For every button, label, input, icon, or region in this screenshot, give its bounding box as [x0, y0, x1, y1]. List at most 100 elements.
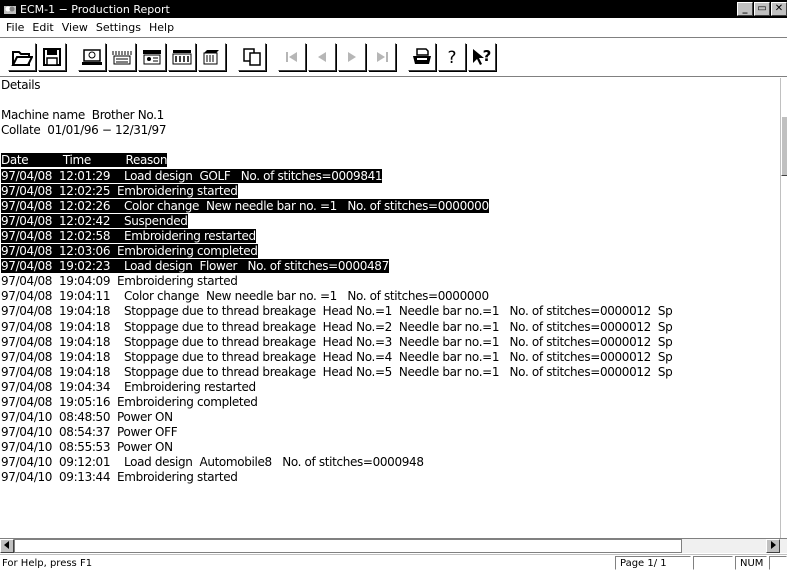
- machine-info-button[interactable]: [78, 43, 106, 71]
- log-row[interactable]: 97/04/10 09:13:44 Embroidering started: [0, 470, 780, 485]
- scroll-left-button[interactable]: [0, 539, 14, 553]
- log-row[interactable]: 97/04/08 19:04:18 Stoppage due to thread…: [0, 365, 780, 380]
- log-row[interactable]: 97/04/08 12:02:58 Embroidering restarted: [0, 228, 780, 244]
- toolbar: ? ?: [0, 37, 787, 77]
- report-column-header-text: Date Time Reason: [1, 153, 168, 168]
- log-row-text: 97/04/08 12:03:06 Embroidering completed: [1, 244, 258, 259]
- log-row-text: 97/04/08 19:04:34 Embroidering restarted: [1, 379, 256, 394]
- log-row[interactable]: 97/04/08 19:04:34 Embroidering restarted: [0, 380, 780, 395]
- next-page-icon: [348, 52, 356, 62]
- log-row-text: 97/04/08 19:04:09 Embroidering started: [1, 274, 238, 289]
- save-icon: [43, 48, 61, 66]
- menu-edit[interactable]: Edit: [30, 21, 59, 34]
- context-help-button[interactable]: ?: [468, 43, 496, 71]
- log-row-text: 97/04/08 19:04:18 Stoppage due to thread…: [1, 334, 673, 349]
- scroll-right-button[interactable]: [766, 539, 780, 553]
- vertical-scroll-thumb[interactable]: [781, 116, 787, 176]
- next-page-button[interactable]: [338, 43, 366, 71]
- log-row-text: 97/04/08 19:04:18 Stoppage due to thread…: [1, 304, 673, 319]
- close-button[interactable]: ✕: [771, 2, 787, 16]
- log-row[interactable]: 97/04/08 12:02:26 Color change New needl…: [0, 198, 780, 214]
- first-page-icon: [286, 52, 297, 62]
- window-title: ECM-1 − Production Report: [20, 2, 170, 16]
- horizontal-scrollbar[interactable]: [0, 538, 787, 553]
- log-row[interactable]: 97/04/08 19:04:11 Color change New needl…: [0, 289, 780, 304]
- log-row-text: 97/04/08 19:05:16 Embroidering completed: [1, 394, 258, 409]
- menu-view[interactable]: View: [60, 21, 94, 34]
- status-empty-cell: [693, 556, 733, 570]
- log-row[interactable]: 97/04/08 12:01:29 Load design GOLF No. o…: [0, 168, 780, 184]
- log-row[interactable]: 97/04/08 19:02:23 Load design Flower No.…: [0, 259, 780, 274]
- log-row[interactable]: 97/04/08 19:04:18 Stoppage due to thread…: [0, 350, 780, 365]
- log-row[interactable]: 97/04/08 12:03:06 Embroidering completed: [0, 244, 780, 259]
- log-row-text: 97/04/08 12:02:42 Suspended: [1, 213, 188, 228]
- context-help-icon: ?: [473, 47, 491, 65]
- title-bar: ECM-1 − Production Report _ ▭ ✕: [0, 0, 787, 18]
- num-lock-indicator: NUM: [735, 556, 767, 570]
- maximize-button[interactable]: ▭: [754, 2, 770, 16]
- log-row-text: 97/04/08 19:02:23 Load design Flower No.…: [1, 259, 389, 274]
- stitch-report-icon: [112, 51, 132, 65]
- help-button[interactable]: ?: [438, 43, 466, 71]
- last-page-button[interactable]: [368, 43, 396, 71]
- vertical-scrollbar[interactable]: [780, 78, 787, 538]
- log-row-text: 97/04/08 12:02:58 Embroidering restarted: [1, 228, 256, 243]
- log-row-text: 97/04/10 08:55:53 Power ON: [1, 440, 173, 455]
- collate-range: Collate 01/01/96 − 12/31/97: [1, 123, 167, 138]
- minimize-button[interactable]: _: [737, 2, 753, 16]
- log-row[interactable]: 97/04/10 08:55:53 Power ON: [0, 440, 780, 455]
- stitch-report-button[interactable]: [108, 43, 136, 71]
- status-help-text: For Help, press F1: [2, 557, 93, 569]
- status-spare-cell: [769, 556, 787, 570]
- report-heading: Details: [1, 78, 41, 92]
- log-row[interactable]: 97/04/08 19:04:18 Stoppage due to thread…: [0, 320, 780, 335]
- log-row-text: 97/04/08 12:01:29 Load design GOLF No. o…: [1, 168, 383, 183]
- log-row-text: 97/04/08 19:04:18 Stoppage due to thread…: [1, 349, 673, 364]
- report-view[interactable]: Details Machine name Brother No.1 Collat…: [0, 78, 780, 538]
- print-button[interactable]: [408, 43, 436, 71]
- save-button[interactable]: [38, 43, 66, 71]
- copy-icon: [243, 48, 261, 66]
- log-row[interactable]: 97/04/08 12:02:42 Suspended: [0, 213, 780, 229]
- report-view-icon: [143, 50, 161, 65]
- report-view-button[interactable]: [138, 43, 166, 71]
- log-row[interactable]: 97/04/08 19:04:09 Embroidering started: [0, 274, 780, 289]
- log-row-text: 97/04/08 19:04:11 Color change New needl…: [1, 289, 489, 304]
- print-icon: [413, 48, 431, 64]
- svg-text:?: ?: [447, 48, 456, 67]
- log-row[interactable]: 97/04/08 19:04:18 Stoppage due to thread…: [0, 335, 780, 350]
- menu-settings[interactable]: Settings: [94, 21, 147, 34]
- multi-machine-icon: [203, 50, 219, 65]
- copy-button[interactable]: [238, 43, 266, 71]
- report-column-header: Date Time Reason: [0, 153, 780, 168]
- log-row-text: 97/04/10 09:12:01 Load design Automobile…: [1, 455, 424, 470]
- multi-machine-button[interactable]: [198, 43, 226, 71]
- log-row[interactable]: 97/04/08 19:04:18 Stoppage due to thread…: [0, 304, 780, 319]
- log-row[interactable]: 97/04/10 09:12:01 Load design Automobile…: [0, 455, 780, 470]
- menu-file[interactable]: File: [4, 21, 30, 34]
- log-row[interactable]: 97/04/08 19:05:16 Embroidering completed: [0, 395, 780, 410]
- horizontal-scroll-thumb[interactable]: [14, 539, 682, 553]
- menu-bar: File Edit View Settings Help: [0, 18, 787, 37]
- log-row-text: 97/04/08 12:02:25 Embroidering started: [1, 183, 238, 198]
- open-button[interactable]: [8, 43, 36, 71]
- production-icon: [172, 50, 192, 65]
- machine-name: Machine name Brother No.1: [1, 108, 164, 123]
- menu-help[interactable]: Help: [147, 21, 180, 34]
- log-row[interactable]: 97/04/08 12:02:25 Embroidering started: [0, 183, 780, 199]
- log-row[interactable]: 97/04/10 08:48:50 Power ON: [0, 410, 780, 425]
- log-row[interactable]: 97/04/10 08:54:37 Power OFF: [0, 425, 780, 440]
- first-page-button[interactable]: [278, 43, 306, 71]
- open-icon: [11, 51, 33, 66]
- help-icon: ?: [447, 48, 456, 67]
- prev-page-button[interactable]: [308, 43, 336, 71]
- arrow-left-icon: [4, 541, 9, 549]
- status-bar: For Help, press F1 Page 1/ 1 NUM: [0, 554, 787, 571]
- last-page-icon: [377, 52, 388, 62]
- log-row-text: 97/04/10 08:54:37 Power OFF: [1, 425, 178, 440]
- production-button[interactable]: [168, 43, 196, 71]
- log-row-text: 97/04/08 19:04:18 Stoppage due to thread…: [1, 364, 673, 379]
- log-row-text: 97/04/08 19:04:18 Stoppage due to thread…: [1, 319, 673, 334]
- app-icon[interactable]: [3, 3, 17, 15]
- page-indicator: Page 1/ 1: [615, 556, 691, 570]
